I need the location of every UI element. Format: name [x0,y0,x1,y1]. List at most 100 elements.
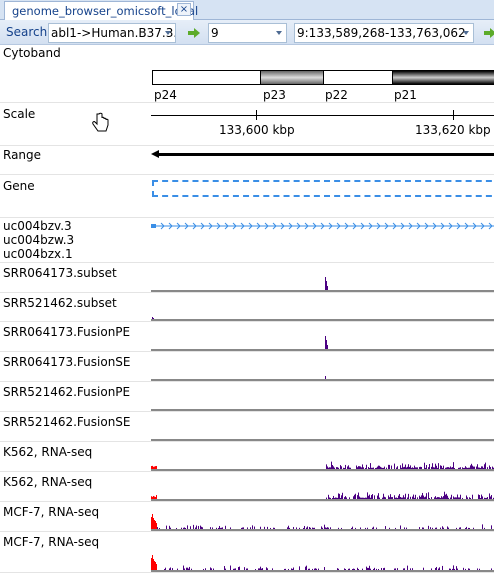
coverage-bar [460,527,461,529]
coverage-bar [350,467,351,469]
gene-selection-box[interactable] [152,180,494,197]
coverage-bar [374,495,375,499]
coverage-bar [438,568,439,570]
coverage-bar [239,566,240,570]
coverage-bar [404,568,405,570]
coverage-bar [433,467,434,469]
chevron-down-icon[interactable] [165,31,171,35]
coverage-bar [325,527,326,529]
coverage-bar [151,496,152,499]
coverage-bar [436,465,437,469]
coverage-bar [325,376,326,379]
coverage-bar [469,568,470,570]
coverage-bar [428,525,429,529]
coverage-bar [255,568,256,570]
coverage-bar [370,463,371,469]
coverage-bar [378,568,379,570]
track-row: SRR064173.subset [0,263,494,293]
coverage-bar [440,465,441,469]
gene-combo[interactable]: abl1->Human.B37.3... [48,23,176,43]
coverage-bar [345,568,346,570]
coverage-bar [169,525,170,529]
chevron-down-icon[interactable] [276,31,282,35]
coverage-bar [196,525,197,529]
coverage-bar [487,467,488,469]
coverage-bar [413,467,414,469]
coverage-bar [468,527,469,529]
region-combo[interactable]: 9:133,589,268-133,763,062 [294,23,474,43]
coverage-bar [384,496,385,499]
coverage-bar [365,527,366,529]
coverage-bar [313,527,314,529]
coverage-bar [348,568,349,570]
coverage-bar [478,467,479,469]
coverage-bar [299,527,300,529]
coverage-bar [414,497,415,499]
transcript-model[interactable] [151,221,494,231]
coverage-bar [469,467,470,469]
coverage-bar [190,526,191,529]
track-row: SRR064173.FusionSE [0,352,494,382]
coverage-bar [413,494,414,499]
coverage-bar [464,467,465,469]
hand-cursor-icon [92,112,109,132]
coverage-bar [429,464,430,469]
coverage-bar [344,568,345,570]
coverage-bar [367,492,368,499]
coverage-bar [219,525,220,529]
coverage-bar [261,568,262,570]
coverage-bar [422,492,423,499]
scale-tick [453,110,454,120]
coverage-bar [388,495,389,499]
coverage-bar [352,568,353,570]
go-arrow-icon[interactable] [188,28,200,38]
coverage-bar [446,493,447,499]
chevron-down-icon[interactable] [463,31,469,35]
coverage-bar [349,497,350,499]
go-arrow-icon[interactable] [484,28,494,38]
coverage-bar [247,568,248,570]
coverage-bar [338,467,339,469]
coverage-bar [487,497,488,499]
coverage-bar [309,568,310,570]
coverage-bar [482,496,483,499]
coverage-bar [296,527,297,529]
coverage-bar [404,466,405,469]
chromosome-combo[interactable]: 9 [208,23,287,43]
coverage-bar [431,568,432,570]
coverage-bar [423,567,424,570]
coverage-bar [338,568,339,570]
coverage-bar [359,496,360,499]
coverage-bar [403,568,404,570]
coverage-bar [267,526,268,529]
coverage-bar [463,467,464,469]
coverage-bar [336,467,337,469]
coverage-bar [333,495,334,499]
coverage-bar [234,568,235,570]
coverage-bar [479,568,480,570]
coverage-bar [453,462,454,469]
coverage-bar [330,527,331,529]
coverage-bar [266,567,267,570]
signal-track [151,439,494,441]
coverage-bar [356,465,357,469]
coverage-bar [322,527,323,529]
range-row: Range [0,146,494,175]
signal-track [151,409,494,411]
coverage-bar [331,461,332,469]
coverage-bar [315,568,316,570]
coverage-bar [355,527,356,529]
coverage-bar [354,494,355,499]
close-icon[interactable]: × [177,3,191,16]
coverage-bar [334,497,335,499]
coverage-bar [434,467,435,469]
coverage-bar [152,496,153,499]
coverage-bar [243,527,244,529]
coverage-bar [184,568,185,570]
coverage-bar [346,497,347,499]
track-row: SRR521462.FusionSE [0,412,494,442]
coverage-bar [330,467,331,469]
tab-genome-browser[interactable]: genome_browser_omicsoft_local [4,1,198,20]
coverage-bar [380,466,381,469]
coverage-bar [230,527,231,529]
